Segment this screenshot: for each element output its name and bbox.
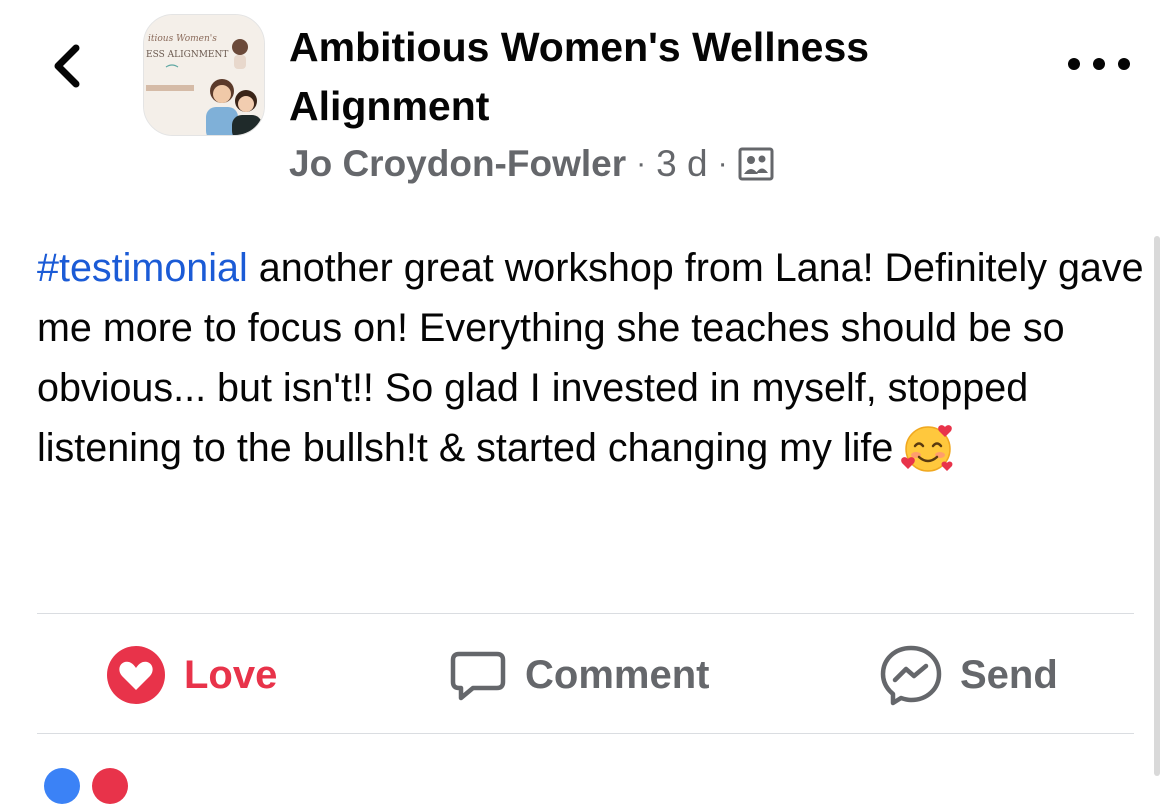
avatar-image: itious Women's ESS ALIGNMENT — [144, 15, 264, 135]
divider — [37, 613, 1134, 614]
divider — [37, 733, 1134, 734]
heart-icon — [107, 646, 165, 704]
send-button[interactable]: Send — [880, 640, 1058, 710]
scrollbar[interactable] — [1154, 236, 1160, 776]
more-options-icon — [1118, 58, 1130, 70]
comment-label: Comment — [525, 652, 710, 697]
love-button[interactable]: Love — [106, 640, 277, 710]
group-members-icon[interactable] — [738, 146, 774, 182]
comment-button[interactable]: Comment — [449, 640, 709, 710]
more-options-icon — [1068, 58, 1080, 70]
messenger-icon — [880, 645, 942, 706]
love-reaction-icon[interactable] — [92, 768, 128, 804]
chevron-left-icon — [54, 44, 80, 88]
more-options-button[interactable] — [1068, 44, 1130, 84]
group-name[interactable]: Ambitious Women's Wellness Alignment — [289, 18, 989, 136]
separator-dot: · — [636, 147, 647, 180]
comment-bubble-icon — [450, 651, 506, 701]
smiling-face-with-hearts-icon — [899, 419, 957, 477]
separator-dot: · — [717, 147, 728, 180]
svg-text:ESS ALIGNMENT: ESS ALIGNMENT — [146, 50, 228, 60]
back-button[interactable] — [44, 38, 96, 94]
like-reaction-icon[interactable] — [44, 768, 80, 804]
send-label: Send — [960, 652, 1058, 697]
author-name[interactable]: Jo Croydon-Fowler — [289, 143, 626, 185]
group-avatar[interactable]: itious Women's ESS ALIGNMENT — [143, 14, 265, 136]
more-options-icon — [1093, 58, 1105, 70]
post-meta: Jo Croydon-Fowler · 3 d · — [289, 140, 774, 188]
hashtag-link[interactable]: #testimonial — [37, 246, 248, 290]
love-label: Love — [184, 652, 278, 697]
post-timestamp[interactable]: 3 d — [656, 143, 707, 185]
post-body: #testimonial another great workshop from… — [37, 238, 1147, 478]
svg-text:itious Women's: itious Women's — [148, 34, 217, 44]
